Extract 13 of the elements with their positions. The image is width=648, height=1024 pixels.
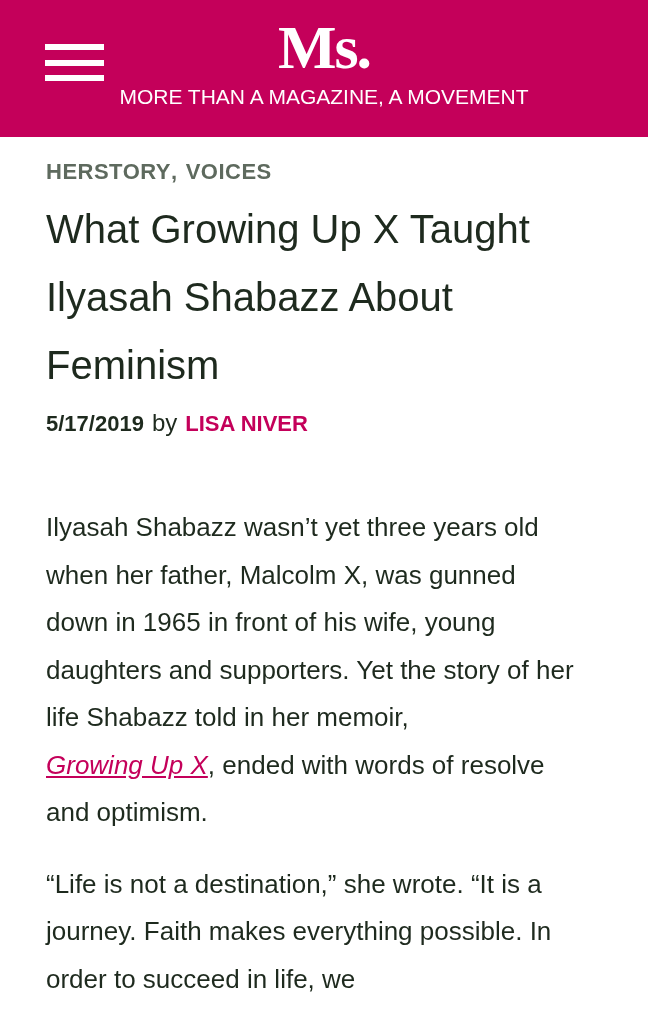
separator-comma: , (171, 158, 178, 186)
byline-text: by (151, 408, 178, 438)
category-link[interactable]: HERSTORY (46, 157, 172, 187)
author-link[interactable]: LISA NIVER (185, 404, 308, 444)
article-paragraph: “Life is not a destination,” she wrote. “It is a journey. Faith makes everything possible. In order to succeed in life, we (46, 867, 553, 996)
site-logo[interactable]: Ms. (277, 14, 371, 80)
site-tagline: MORE THAN A MAGAZINE, A MOVEMENT (119, 84, 529, 110)
article-title: What Growing Up X Taught Ilyasah Shabazz About Feminism (46, 206, 531, 389)
category-link[interactable]: VOICES (185, 157, 272, 187)
publish-date: 5/17/2019 (46, 410, 144, 438)
book-link[interactable]: Growing Up X (46, 749, 208, 780)
article-paragraph: Ilyasah Shabazz wasn’t yet three years old when her father, Malcolm X, was gunned down in 1965 in front of his wife, young daughters and supporters. Yet the story of her life Shabazz told in her memoir, Growing Up X, ended with words of resolve and optimism. (46, 511, 575, 829)
menu-icon[interactable] (45, 44, 104, 81)
